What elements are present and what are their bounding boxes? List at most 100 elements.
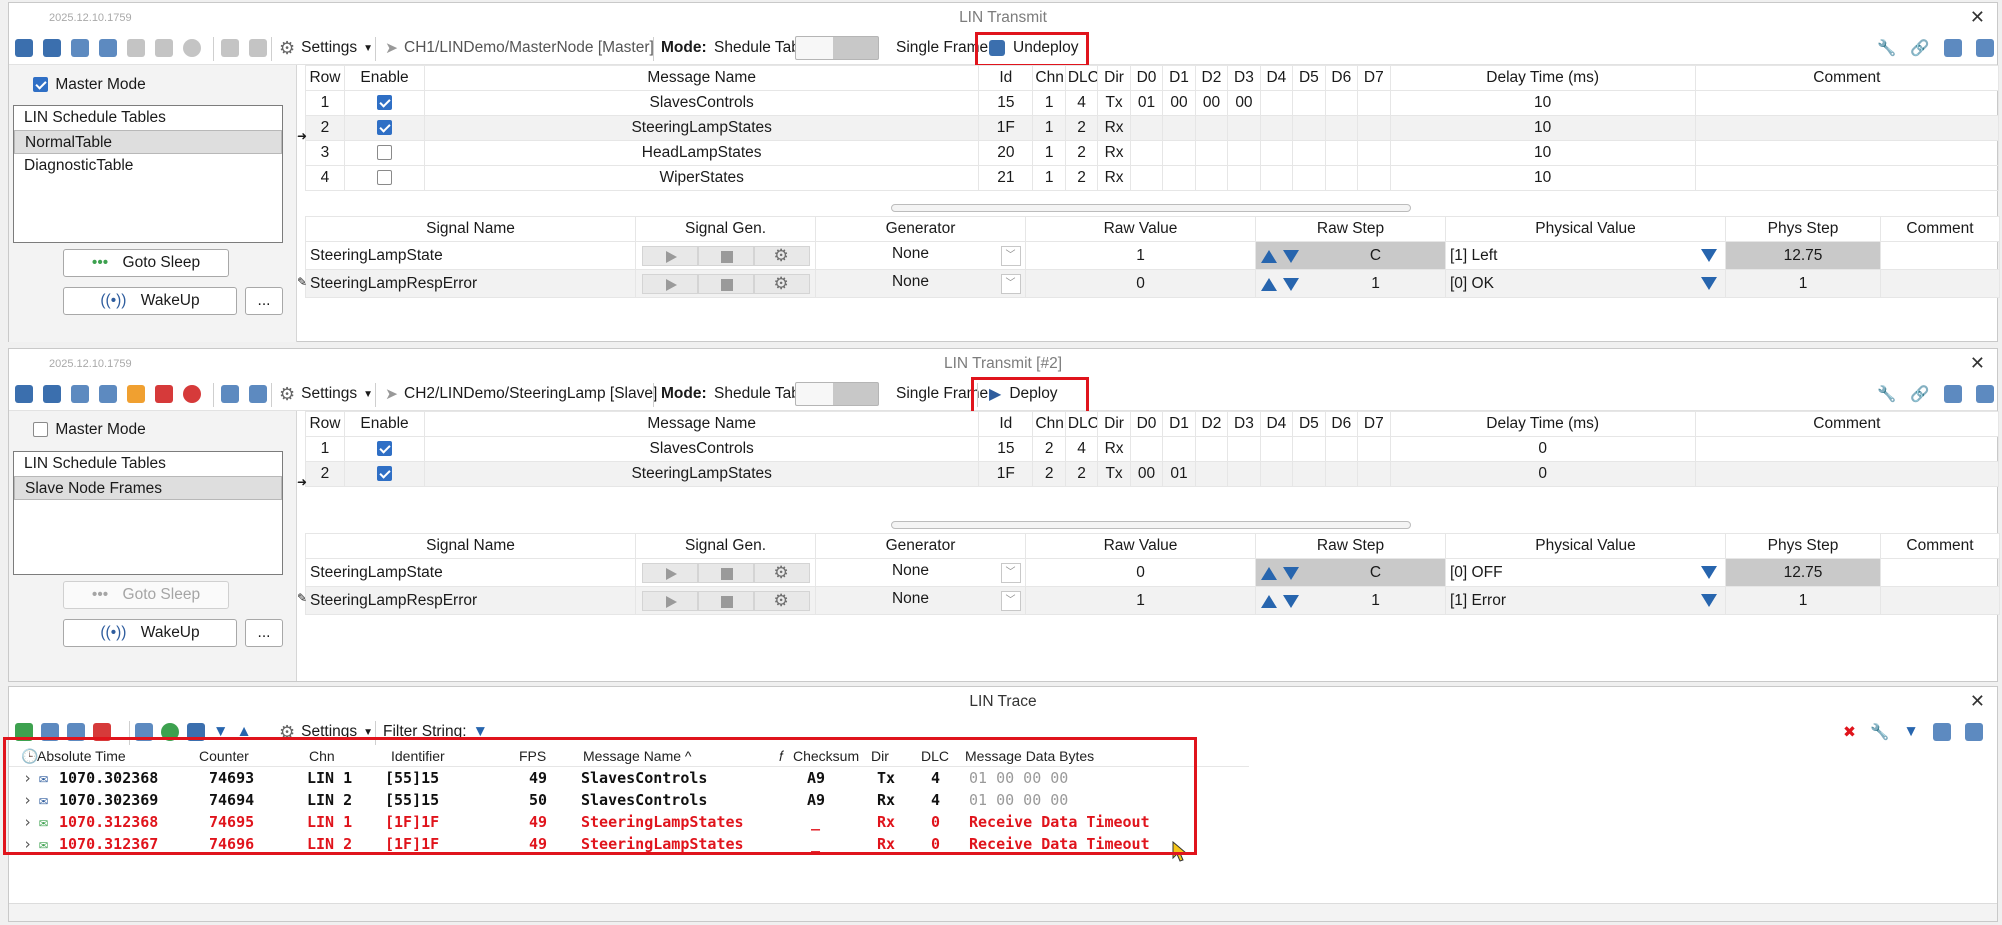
header-id[interactable]: Id: [978, 411, 1034, 437]
header-chn[interactable]: Chn: [1032, 65, 1066, 91]
header-physical-value[interactable]: Physical Value: [1445, 533, 1726, 559]
link-icon[interactable]: 🔗: [1910, 385, 1929, 404]
cell-d0[interactable]: 01: [1129, 90, 1164, 116]
cell-delay[interactable]: 10: [1389, 165, 1696, 191]
enable-checkbox[interactable]: [377, 466, 393, 482]
list-item[interactable]: LIN Schedule Tables: [14, 452, 282, 476]
header-dlc[interactable]: DLC: [1064, 65, 1099, 91]
settings-menu[interactable]: ⚙ Settings ▼: [279, 38, 373, 58]
header-generator[interactable]: Generator: [815, 216, 1026, 242]
cell-raw-step[interactable]: C: [1255, 558, 1446, 587]
header-d3[interactable]: D3: [1227, 65, 1261, 91]
table-row[interactable]: 1 SlavesControls 15 1 4 Tx 01 00 00 00 1…: [305, 90, 2000, 116]
header-id[interactable]: Id: [978, 65, 1034, 91]
header-d5[interactable]: D5: [1292, 65, 1326, 91]
enable-checkbox[interactable]: [377, 120, 393, 136]
header-generator[interactable]: Generator: [815, 533, 1026, 559]
header-d1[interactable]: D1: [1162, 411, 1196, 437]
link-icon[interactable]: 🔗: [1910, 39, 1929, 58]
cell-d5[interactable]: [1292, 461, 1326, 487]
play-icon[interactable]: [641, 562, 698, 583]
close-icon[interactable]: ✕: [1970, 353, 1985, 374]
header-d1[interactable]: D1: [1162, 65, 1196, 91]
gear-icon[interactable]: [753, 590, 810, 611]
cell-d7[interactable]: [1357, 165, 1391, 191]
play-icon[interactable]: [641, 590, 698, 611]
table-splitter[interactable]: [891, 521, 1411, 529]
table-icon[interactable]: [221, 39, 239, 57]
header-d2[interactable]: D2: [1194, 65, 1229, 91]
header-comment[interactable]: Comment: [1694, 65, 2000, 91]
cell-d0[interactable]: [1129, 436, 1164, 462]
gear-icon[interactable]: [753, 245, 810, 266]
cell-d5[interactable]: [1292, 115, 1326, 141]
cell-d5[interactable]: [1292, 140, 1326, 166]
table-splitter[interactable]: [891, 204, 1411, 212]
close-icon[interactable]: ✕: [1970, 691, 1985, 712]
header-signal-name[interactable]: Signal Name: [305, 533, 636, 559]
cell-physical-value[interactable]: [1] Left: [1445, 241, 1726, 270]
header-signal-gen[interactable]: Signal Gen.: [635, 216, 816, 242]
add-frame-icon[interactable]: [15, 385, 33, 403]
table-row[interactable]: 3 HeadLampStates 20 1 2 Rx 10: [305, 140, 2000, 166]
cell-d7[interactable]: [1357, 436, 1391, 462]
table-row[interactable]: 1 SlavesControls 15 2 4 Rx 0: [305, 436, 2000, 462]
cell-d4[interactable]: [1259, 165, 1294, 191]
header-d6[interactable]: D6: [1324, 65, 1359, 91]
cell-d0[interactable]: [1129, 115, 1164, 141]
goto-sleep-button[interactable]: ••• Goto Sleep: [63, 581, 229, 609]
header-phys-step[interactable]: Phys Step: [1725, 533, 1881, 559]
cell-enable[interactable]: [343, 140, 426, 166]
cell-d5[interactable]: [1292, 436, 1326, 462]
enable-checkbox[interactable]: [377, 145, 393, 161]
list-item[interactable]: Slave Node Frames: [14, 476, 282, 500]
spin-icon[interactable]: [1258, 565, 1302, 583]
cell-d1[interactable]: [1162, 436, 1196, 462]
stop-icon[interactable]: [697, 562, 754, 583]
mode-toggle[interactable]: [795, 36, 879, 60]
cell-delay[interactable]: 0: [1389, 436, 1696, 462]
table-row[interactable]: SteeringLampRespError None ﹀ 0 1 [0] OK 1: [305, 269, 2000, 298]
export-icon[interactable]: [1964, 723, 1983, 741]
cell-raw-step[interactable]: C: [1255, 241, 1446, 270]
cell-d3[interactable]: [1227, 115, 1261, 141]
header-chn[interactable]: Chn: [1032, 411, 1066, 437]
more-button[interactable]: ...: [245, 287, 283, 315]
cell-d2[interactable]: [1194, 436, 1229, 462]
table-row[interactable]: 2 SteeringLampStates 1F 1 2 Rx 10: [305, 115, 2000, 141]
chevron-down-icon[interactable]: ﹀: [1000, 274, 1021, 294]
cell-d4[interactable]: [1259, 115, 1294, 141]
wrench-icon[interactable]: 🔧: [1877, 385, 1896, 404]
stop-icon[interactable]: [697, 245, 754, 266]
clear-filter-icon[interactable]: ✖: [1843, 723, 1856, 742]
header-raw-value[interactable]: Raw Value: [1025, 216, 1256, 242]
arrow-down-icon[interactable]: [1283, 278, 1299, 292]
header-d0[interactable]: D0: [1129, 65, 1164, 91]
cell-comment[interactable]: [1694, 461, 2000, 487]
window-icon[interactable]: [1943, 39, 1962, 57]
cell-d7[interactable]: [1357, 115, 1391, 141]
chevron-down-icon[interactable]: [1701, 565, 1717, 579]
cell-d4[interactable]: [1259, 90, 1294, 116]
cell-d7[interactable]: [1357, 461, 1391, 487]
cell-delay[interactable]: 0: [1389, 461, 1696, 487]
play-icon[interactable]: [641, 245, 698, 266]
chevron-down-icon[interactable]: ﹀: [1000, 246, 1021, 266]
chevron-down-icon[interactable]: [1701, 248, 1717, 262]
list-item[interactable]: DiagnosticTable: [14, 154, 282, 178]
cell-enable[interactable]: [343, 461, 426, 487]
cell-comment[interactable]: [1694, 90, 2000, 116]
filter-icon[interactable]: ▼: [1903, 723, 1918, 741]
cell-comment[interactable]: [1880, 586, 2000, 615]
list-item[interactable]: NormalTable: [14, 130, 282, 154]
cell-phys-step[interactable]: 12.75: [1725, 241, 1881, 270]
cell-physical-value[interactable]: [0] OFF: [1445, 558, 1726, 587]
header-message-name[interactable]: Message Name: [424, 411, 980, 437]
cell-d6[interactable]: [1324, 90, 1359, 116]
cell-d2[interactable]: [1194, 461, 1229, 487]
chevron-down-icon[interactable]: ﹀: [1000, 563, 1021, 583]
cell-d2[interactable]: [1194, 115, 1229, 141]
goto-sleep-button[interactable]: ••• Goto Sleep: [63, 249, 229, 277]
chevron-down-icon[interactable]: ﹀: [1000, 591, 1021, 611]
cell-d2[interactable]: 00: [1194, 90, 1229, 116]
